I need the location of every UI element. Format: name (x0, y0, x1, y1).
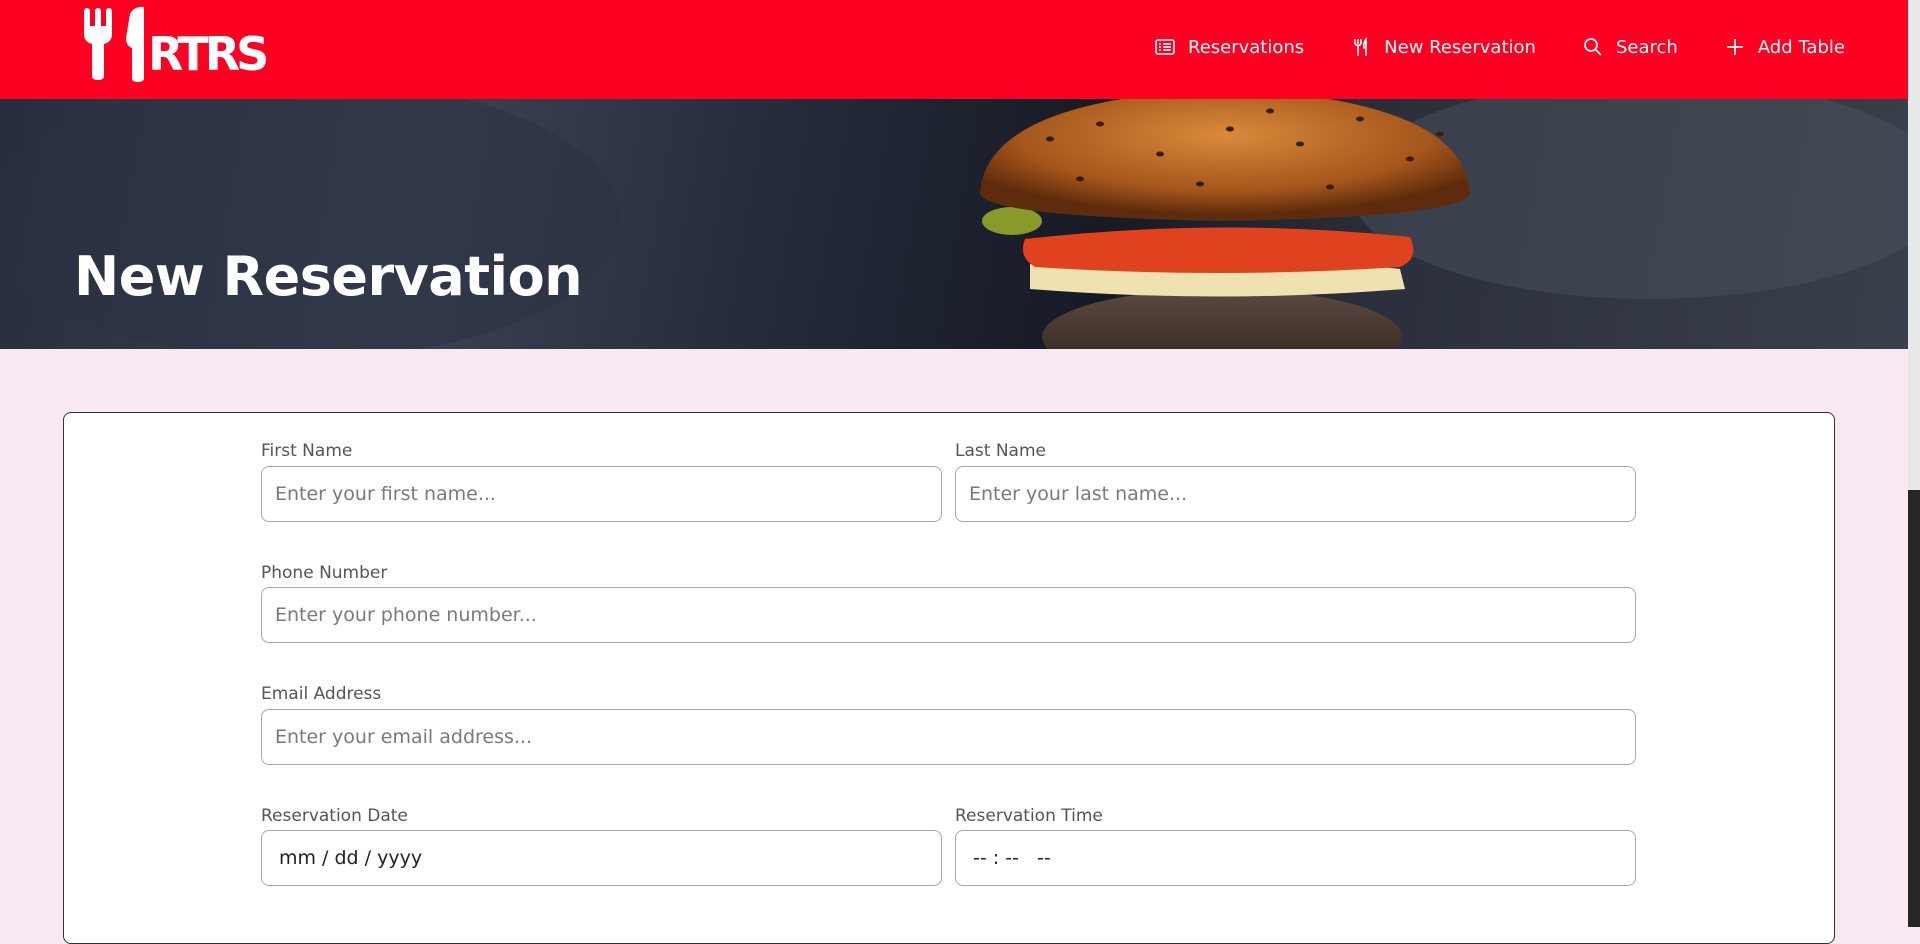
email-input[interactable] (261, 709, 1636, 765)
reservation-date-label: Reservation Date (261, 806, 408, 826)
rtrs-logo[interactable]: RTRS (82, 4, 292, 82)
utensils-icon (1354, 36, 1367, 56)
plus-icon (1726, 39, 1743, 55)
reservation-date-value: mm / dd / yyyy (279, 847, 423, 869)
nav-add-table-label: Add Table (1757, 36, 1845, 58)
scrollbar-thumb[interactable] (1908, 0, 1920, 490)
reservation-time-input[interactable]: -- : -- -- (955, 830, 1636, 886)
nav-reservations-label: Reservations (1188, 36, 1305, 58)
logo-text: RTRS (148, 27, 266, 81)
nav-new-reservation-label: New Reservation (1384, 36, 1536, 58)
nav-add-table[interactable]: Add Table (1724, 36, 1845, 58)
last-name-label: Last Name (955, 441, 1046, 461)
last-name-input[interactable] (955, 466, 1636, 522)
search-icon (1584, 38, 1602, 56)
hero-banner: New Reservation (0, 99, 1908, 349)
phone-label: Phone Number (261, 563, 388, 583)
top-navbar: RTRS Reservations New Reservation Search… (0, 0, 1908, 99)
phone-input[interactable] (261, 587, 1636, 643)
reservation-form-card: First Name Last Name Phone Number Email … (63, 412, 1835, 944)
page-title: New Reservation (74, 245, 583, 308)
nav-new-reservation[interactable]: New Reservation (1350, 36, 1536, 58)
email-label: Email Address (261, 684, 382, 704)
list-icon (1155, 39, 1175, 55)
burger-image (0, 99, 1908, 349)
main-nav: Reservations New Reservation Search Add … (1154, 0, 1845, 94)
nav-search[interactable]: Search (1582, 36, 1678, 58)
nav-search-label: Search (1615, 36, 1678, 58)
reservation-time-value: -- : -- -- (973, 847, 1051, 869)
first-name-label: First Name (261, 441, 353, 461)
reservation-time-label: Reservation Time (955, 806, 1103, 826)
first-name-input[interactable] (261, 466, 942, 522)
reservation-date-input[interactable]: mm / dd / yyyy (261, 830, 942, 886)
nav-reservations[interactable]: Reservations (1154, 36, 1304, 58)
